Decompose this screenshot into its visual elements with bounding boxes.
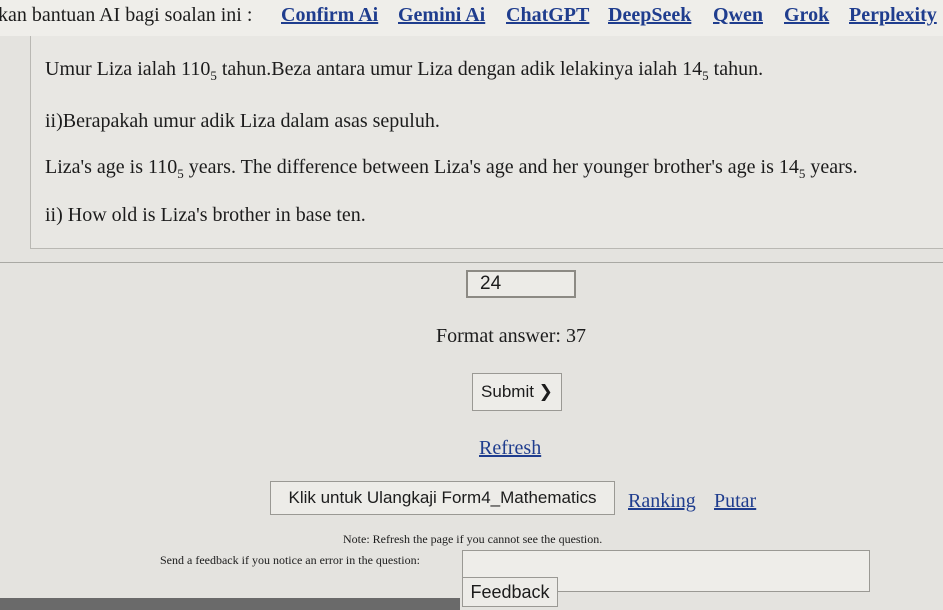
link-chatgpt[interactable]: ChatGPT: [506, 4, 589, 27]
link-grok[interactable]: Grok: [784, 4, 829, 27]
question-box: Umur Liza ialah 1105 tahun.Beza antara u…: [30, 36, 943, 249]
link-deepseek[interactable]: DeepSeek: [608, 4, 691, 27]
ranking-link[interactable]: Ranking: [628, 490, 696, 513]
question-malay-line2: ii)Berapakah umur adik Liza dalam asas s…: [45, 110, 440, 132]
ai-help-bar: kan bantuan AI bagi soalan ini : Confirm…: [0, 0, 943, 36]
review-form4-mathematics-button[interactable]: Klik untuk Ulangkaji Form4_Mathematics: [270, 481, 615, 515]
feedback-button[interactable]: Feedback: [462, 577, 558, 607]
question-malay-line1: Umur Liza ialah 1105 tahun.Beza antara u…: [45, 58, 764, 83]
divider: [0, 262, 943, 263]
ai-help-prefix: kan bantuan AI bagi soalan ini :: [0, 4, 253, 26]
refresh-link[interactable]: Refresh: [479, 437, 541, 460]
link-qwen[interactable]: Qwen: [713, 4, 763, 27]
question-english-line2: ii) How old is Liza's brother in base te…: [45, 204, 366, 226]
link-gemini-ai[interactable]: Gemini Ai: [398, 4, 485, 27]
feedback-label: Send a feedback if you notice an error i…: [160, 553, 420, 567]
link-confirm-ai[interactable]: Confirm Ai: [281, 4, 378, 27]
refresh-note: Note: Refresh the page if you cannot see…: [343, 532, 603, 546]
question-english-line1: Liza's age is 1105 years. The difference…: [45, 156, 858, 181]
putar-link[interactable]: Putar: [714, 490, 756, 513]
link-perplexity[interactable]: Perplexity: [849, 4, 937, 27]
format-answer-hint: Format answer: 37: [436, 325, 586, 347]
submit-button[interactable]: Submit ❯: [472, 373, 562, 411]
answer-input[interactable]: 24: [466, 270, 576, 298]
bottom-edge: [0, 598, 460, 610]
